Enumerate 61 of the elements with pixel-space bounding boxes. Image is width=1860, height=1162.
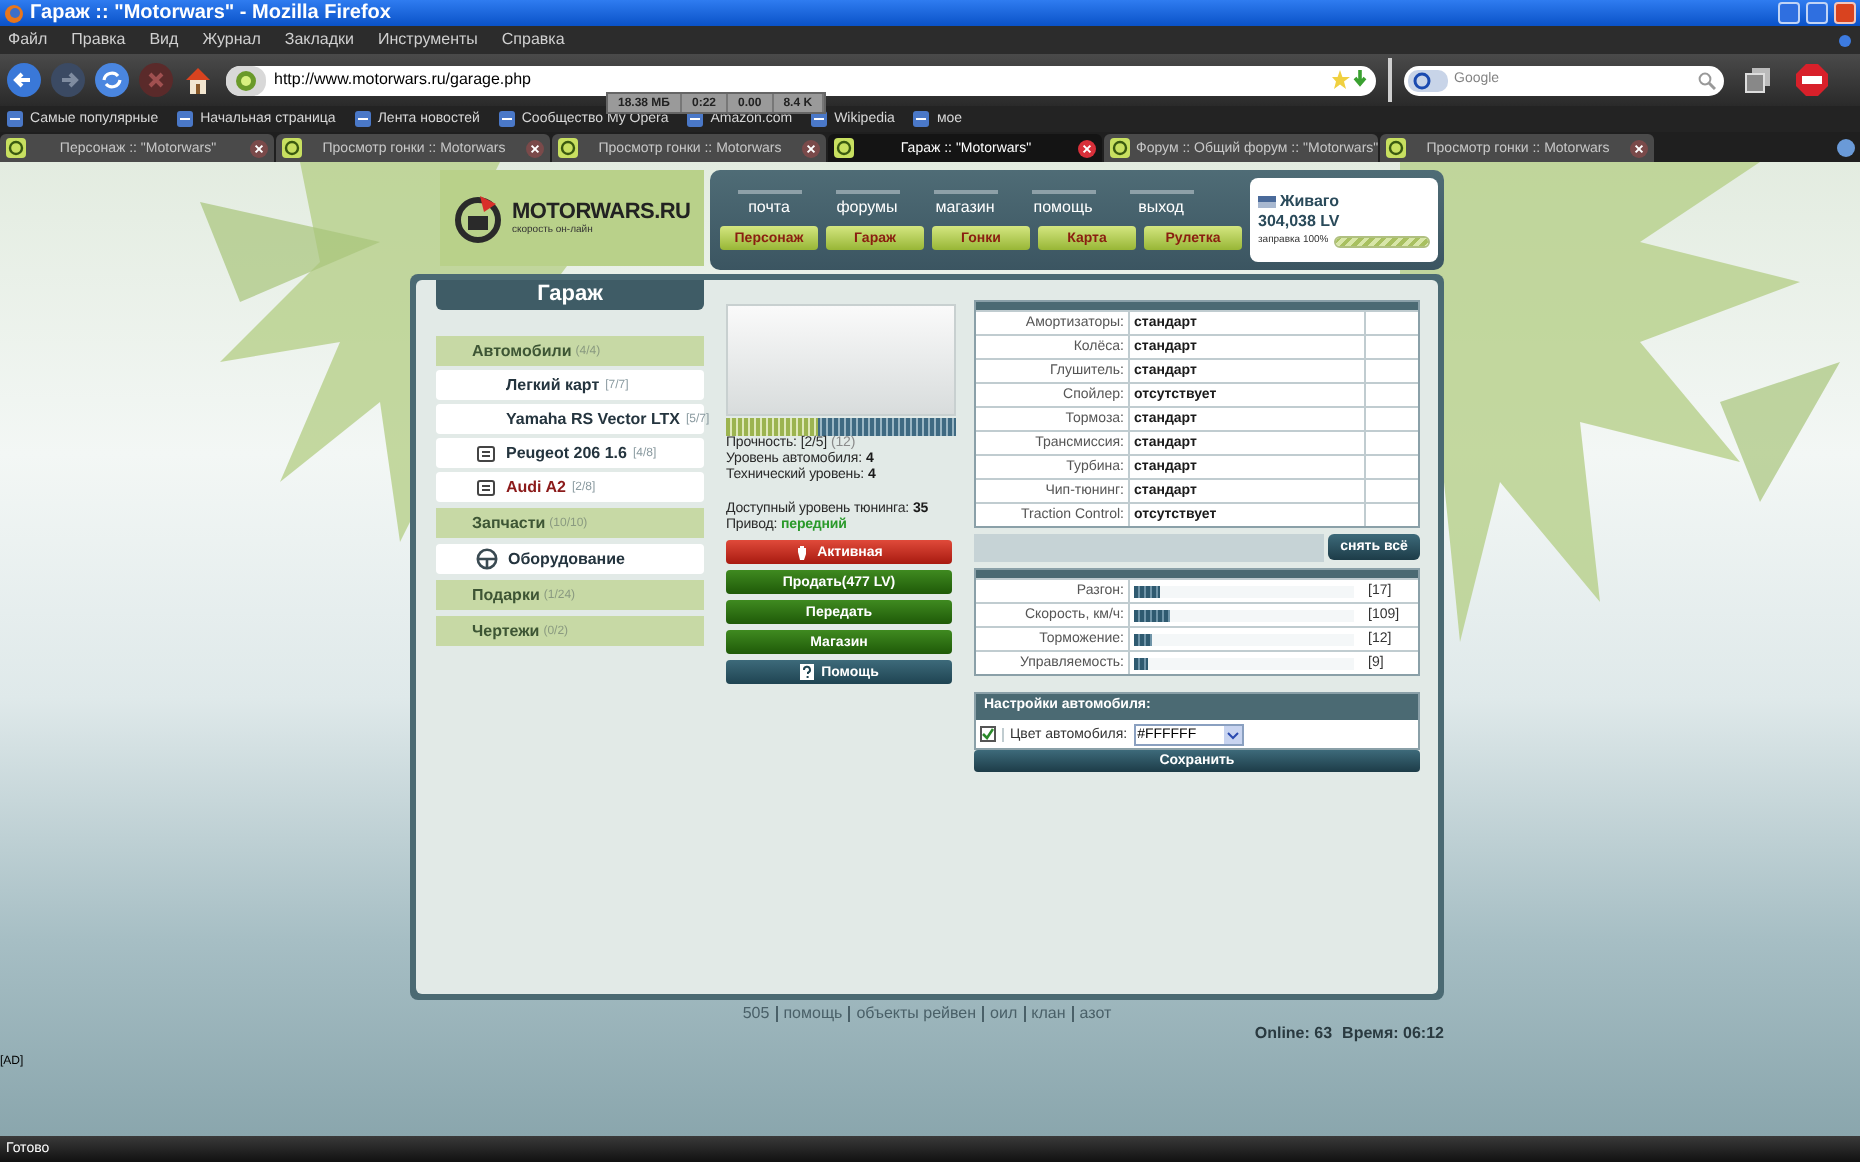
close-button[interactable] (1834, 2, 1856, 24)
close-tab-icon[interactable] (802, 139, 820, 157)
window-title: Гараж :: "Motorwars" - Mozilla Firefox (30, 3, 391, 23)
site-icon (1110, 138, 1130, 158)
bookmark-icon[interactable] (6, 110, 24, 128)
logo-icon (452, 192, 504, 244)
steering-wheel-icon (476, 548, 498, 570)
menu-item[interactable]: Закладки (284, 32, 355, 48)
help-icon (799, 664, 814, 680)
user-balance: 304,038 LV (1258, 213, 1342, 229)
site-icon (282, 138, 302, 158)
menu-item[interactable]: Журнал (202, 32, 261, 48)
minimize-button[interactable] (1778, 2, 1800, 24)
menu-item[interactable]: Инструменты (378, 32, 478, 48)
adblock-icon[interactable] (1796, 64, 1828, 96)
tab-list-icon[interactable] (1836, 138, 1856, 158)
search-icon[interactable] (1698, 71, 1716, 89)
site-icon (1386, 138, 1406, 158)
site-icon (226, 65, 266, 95)
menu-item[interactable]: Файл (8, 32, 48, 48)
search-engine-icon[interactable] (1408, 69, 1448, 91)
car-emblem-icon (476, 445, 496, 461)
close-tab-icon[interactable] (526, 139, 544, 157)
reload-button[interactable] (94, 62, 130, 98)
nav-link[interactable]: почта (748, 200, 790, 216)
bookmark-icon[interactable] (353, 110, 372, 128)
nav-link[interactable]: магазин (935, 200, 995, 216)
menu-item[interactable]: Вид (149, 32, 179, 48)
forward-button[interactable] (50, 62, 86, 98)
fuel-bar (1334, 235, 1430, 247)
close-tab-icon[interactable] (1630, 139, 1648, 157)
bookmark-icon[interactable] (176, 110, 195, 128)
bookmark-icon[interactable] (497, 110, 516, 128)
flag-icon (1258, 195, 1276, 207)
equipment-item[interactable]: Оборудование (436, 544, 704, 574)
browser-logo-icon (4, 3, 24, 23)
nav-link[interactable]: помощь (1033, 200, 1093, 216)
logo-title: MOTORWARS.RU (512, 201, 691, 223)
car-emblem-icon (476, 479, 496, 495)
close-tab-icon[interactable] (1078, 139, 1096, 157)
menu-item[interactable]: Справка (501, 32, 565, 48)
nav-link[interactable]: выход (1138, 200, 1184, 216)
site-icon (834, 138, 854, 158)
site-icon (6, 138, 26, 158)
menu-item[interactable]: Правка (71, 32, 126, 48)
maximize-button[interactable] (1806, 2, 1828, 24)
back-button[interactable] (6, 62, 42, 98)
server-time: Время: 06:12 (1342, 1026, 1444, 1042)
star-download-icon[interactable] (1332, 70, 1368, 90)
windows-icon[interactable] (1744, 66, 1772, 94)
user-name[interactable]: Живаго (1280, 193, 1340, 209)
address-field[interactable]: http://www.motorwars.ru/garage.php (226, 65, 1376, 95)
section-title: Гараж (436, 280, 704, 310)
caret-icon (1223, 725, 1242, 743)
site-icon (558, 138, 578, 158)
home-button[interactable] (182, 64, 214, 96)
nav-link[interactable]: форумы (836, 200, 898, 216)
online-count: Online: 63 (1254, 1026, 1333, 1042)
close-tab-icon[interactable] (250, 139, 268, 157)
bookmark-icon[interactable] (912, 110, 931, 128)
checkbox[interactable] (980, 726, 996, 742)
